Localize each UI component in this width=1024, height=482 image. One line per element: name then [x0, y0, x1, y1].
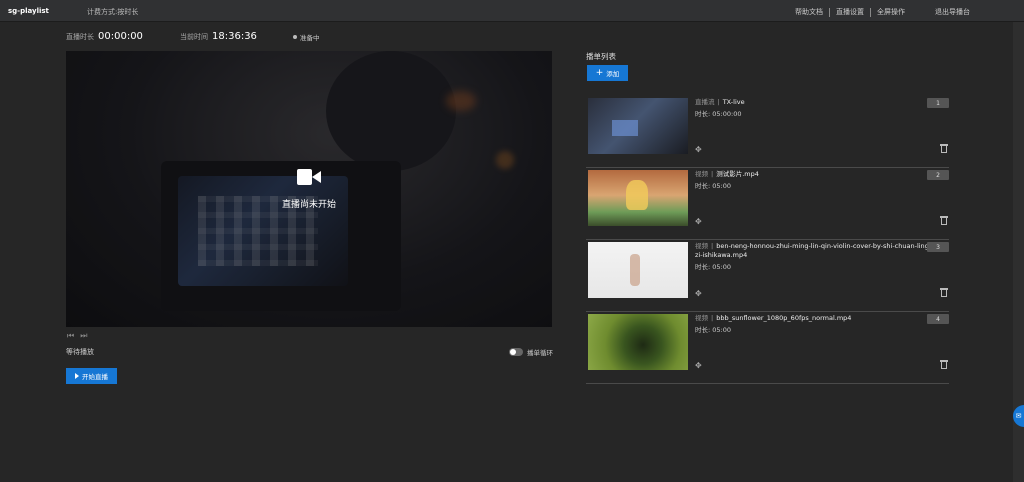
item-index-badge: 2	[927, 170, 949, 180]
item-name: ben-neng-honnou-zhui-ming-lin-qin-violin…	[695, 242, 932, 259]
skip-previous-icon[interactable]: ⏮	[67, 331, 74, 341]
live-settings-link[interactable]: 直播设置	[830, 7, 870, 17]
top-nav: 帮助文档 直播设置 全屏操作 退出导播台	[789, 7, 976, 17]
drag-handle-icon[interactable]: ✥	[695, 361, 702, 370]
item-type: 视频	[695, 242, 708, 250]
item-duration: 时长: 05:00	[695, 326, 732, 334]
delete-icon[interactable]	[940, 216, 948, 225]
playlist-item[interactable]: 直播流 | TX-live 时长: 05:00:00 1 ✥	[586, 96, 949, 168]
thumbnail	[588, 98, 688, 154]
item-index-badge: 3	[927, 242, 949, 252]
playlist-item[interactable]: 视频 | 测试影片.mp4 时长: 05:00 2 ✥	[586, 168, 949, 240]
playlist-item[interactable]: 视频 | ben-neng-honnou-zhui-ming-lin-qin-vio…	[586, 240, 949, 312]
loop-switch[interactable]	[509, 348, 523, 356]
item-type: 视频	[695, 170, 708, 178]
item-index-badge: 1	[927, 98, 949, 108]
item-name: TX-live	[722, 98, 745, 106]
fullscreen-link[interactable]: 全屏操作	[871, 7, 911, 17]
playlist: 直播流 | TX-live 时长: 05:00:00 1 ✥ 视频 | 测试影片.mp4…	[586, 96, 949, 384]
status-indicator: 准备中	[293, 32, 320, 42]
add-label: 添加	[606, 70, 620, 78]
drag-handle-icon[interactable]: ✥	[695, 217, 702, 226]
current-time: 当前时间 18:36:36	[180, 31, 257, 42]
start-live-label: 开始直播	[82, 373, 108, 381]
video-camera-icon	[297, 169, 321, 185]
billing-mode: 计费方式:按时长	[87, 8, 139, 16]
item-type: 直播流	[695, 98, 715, 106]
help-docs-link[interactable]: 帮助文档	[789, 7, 829, 17]
thumbnail	[588, 242, 688, 298]
delete-icon[interactable]	[940, 144, 948, 153]
item-type: 视频	[695, 314, 708, 322]
not-started-message: 直播尚未开始	[281, 200, 336, 210]
item-duration: 时长: 05:00	[695, 182, 732, 190]
item-index-badge: 4	[927, 314, 949, 324]
playback-controls: ⏮ ⏭	[67, 331, 87, 341]
current-time-label: 当前时间	[180, 33, 208, 41]
playlist-title: 播单列表	[586, 52, 616, 61]
item-duration: 时长: 05:00:00	[695, 110, 742, 118]
plus-icon: +	[595, 68, 604, 78]
item-name: bbb_sunflower_1080p_60fps_normal.mp4	[716, 314, 852, 322]
live-duration-label: 直播时长	[66, 33, 94, 41]
playlist-item[interactable]: 视频 | bbb_sunflower_1080p_60fps_normal.mp4 …	[586, 312, 949, 384]
video-player[interactable]: 直播尚未开始	[66, 51, 552, 327]
app-title: sg-playlist	[8, 7, 49, 15]
skip-next-icon[interactable]: ⏭	[80, 331, 87, 341]
top-bar: sg-playlist 计费方式:按时长 帮助文档 直播设置 全屏操作 退出导播…	[0, 0, 1024, 22]
exit-console-link[interactable]: 退出导播台	[929, 7, 976, 17]
status-text: 准备中	[300, 34, 320, 42]
playback-status: 等待播放	[66, 348, 94, 356]
item-duration: 时长: 05:00	[695, 263, 732, 271]
live-duration-value: 00:00:00	[98, 31, 143, 42]
loop-label: 播单循环	[527, 349, 553, 357]
live-duration: 直播时长 00:00:00	[66, 31, 143, 42]
loop-toggle[interactable]: 播单循环	[509, 347, 553, 357]
start-live-button[interactable]: 开始直播	[66, 368, 117, 384]
play-icon	[75, 373, 79, 379]
status-dot-icon	[293, 35, 297, 39]
thumbnail	[588, 314, 688, 370]
chat-icon: ✉	[1015, 412, 1022, 420]
drag-handle-icon[interactable]: ✥	[695, 145, 702, 154]
delete-icon[interactable]	[940, 288, 948, 297]
current-time-value: 18:36:36	[212, 31, 257, 42]
item-name: 测试影片.mp4	[716, 170, 759, 178]
thumbnail	[588, 170, 688, 226]
delete-icon[interactable]	[940, 360, 948, 369]
add-item-button[interactable]: + 添加	[587, 65, 628, 81]
player-placeholder: 直播尚未开始	[66, 169, 552, 210]
drag-handle-icon[interactable]: ✥	[695, 289, 702, 298]
